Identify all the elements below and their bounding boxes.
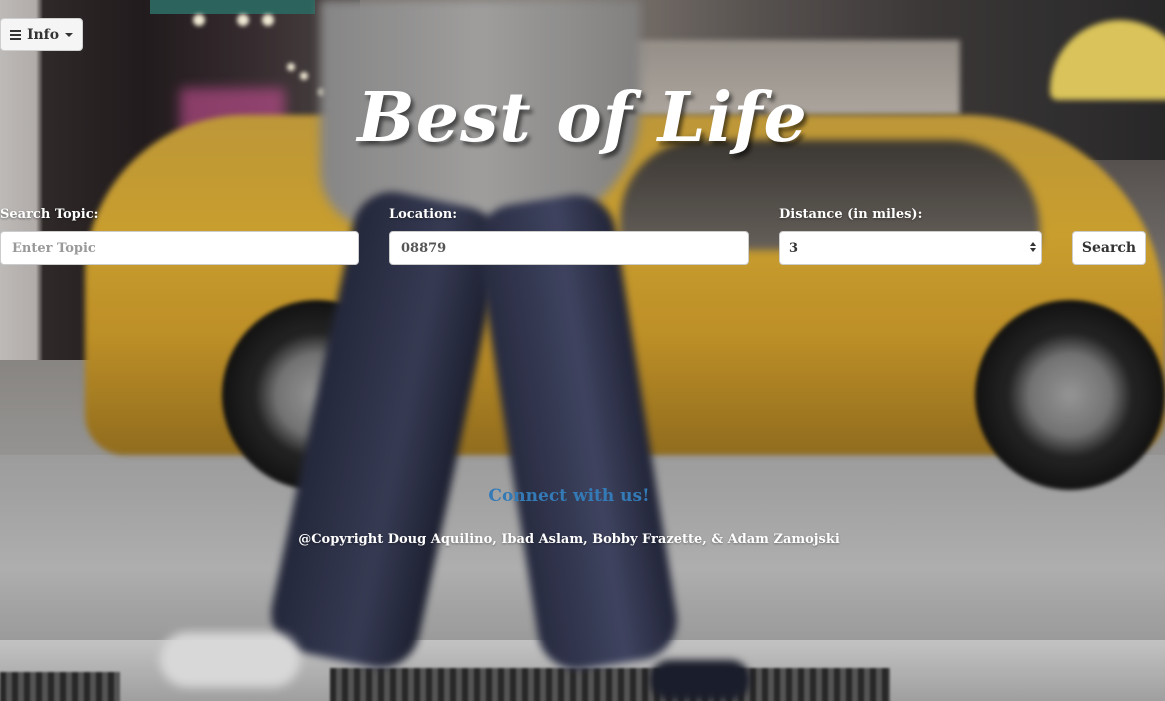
hamburger-icon (9, 29, 21, 40)
caret-down-icon (65, 32, 74, 37)
distance-select-value: 3 (789, 240, 799, 256)
info-menu-label: Info (26, 26, 60, 43)
location-input[interactable] (389, 231, 749, 265)
connect-with-us-link[interactable]: Connect with us! (0, 486, 1138, 506)
copyright-text: @Copyright Doug Aquilino, Ibad Aslam, Bo… (298, 532, 840, 547)
search-button[interactable]: Search (1072, 231, 1146, 265)
search-topic-input[interactable] (0, 231, 359, 265)
distance-label: Distance (in miles): (779, 207, 923, 222)
search-topic-label: Search Topic: (0, 207, 99, 222)
select-arrows-icon (1030, 242, 1036, 252)
location-label: Location: (389, 207, 458, 222)
info-menu-button[interactable]: Info (0, 18, 83, 51)
page-title: Best of Life (357, 78, 808, 158)
distance-select[interactable]: 3 (779, 231, 1042, 265)
